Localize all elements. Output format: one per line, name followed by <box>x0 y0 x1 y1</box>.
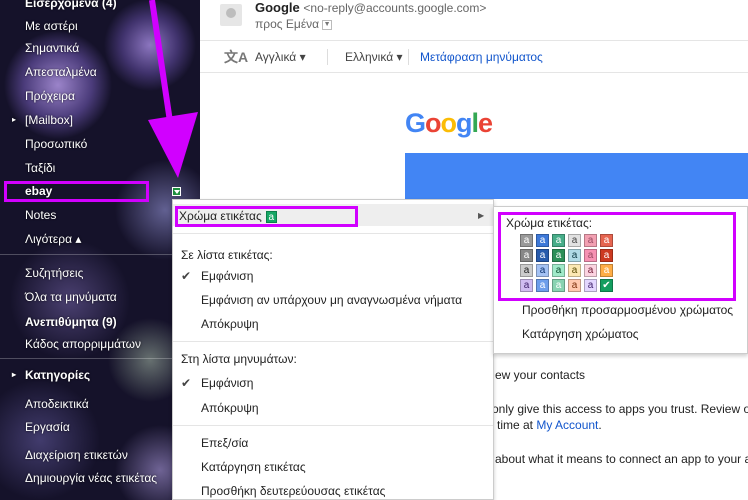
sidebar-item-categories[interactable]: ▸ Κατηγορίες <box>0 365 200 385</box>
expand-caret-icon[interactable]: ▸ <box>12 110 16 130</box>
menu-separator <box>173 425 493 426</box>
google-logo: Google <box>405 108 493 138</box>
color-swatch[interactable]: a <box>584 279 597 292</box>
sidebar-item-create-label[interactable]: Δημιουργία νέας ετικέτας <box>0 468 200 488</box>
color-swatch[interactable]: a <box>520 279 533 292</box>
toolbar-divider <box>327 49 328 65</box>
my-account-link[interactable]: My Account <box>536 418 598 432</box>
ebay-highlight-box <box>4 181 149 202</box>
expand-caret-icon[interactable]: ▸ <box>12 365 16 385</box>
sidebar-divider <box>0 358 200 359</box>
color-swatch[interactable]: a <box>600 234 613 247</box>
source-language-select[interactable]: Αγγλικά ▾ <box>255 50 306 64</box>
translate-bar: 文A Αγγλικά ▾ Ελληνικά ▾ Μετάφραση μηνύμα… <box>200 40 748 73</box>
menu-separator <box>173 233 493 234</box>
menu-item-label-list-hide[interactable]: Απόκρυψη <box>173 312 493 336</box>
color-swatch[interactable]: a <box>552 234 565 247</box>
menu-item-label-list-show-if-unread[interactable]: Εμφάνιση αν υπάρχουν μη αναγνωσμένα νήμα… <box>173 288 493 312</box>
translate-message-link[interactable]: Μετάφραση μηνύματος <box>420 50 543 64</box>
menu-separator <box>173 341 493 342</box>
menu-item-add-sublabel[interactable]: Προσθήκη δευτερεύουσας ετικέτας <box>173 479 493 500</box>
menu-item-message-list-show[interactable]: ✔ Εμφάνιση <box>173 371 493 395</box>
color-swatch[interactable]: a <box>520 249 533 262</box>
color-swatch[interactable]: a <box>536 279 549 292</box>
color-swatch[interactable]: a <box>584 234 597 247</box>
color-swatch[interactable]: a <box>600 249 613 262</box>
sender-email: <no-reply@accounts.google.com> <box>303 1 487 15</box>
sidebar-item-less[interactable]: Λιγότερα ▴ <box>0 229 200 249</box>
menu-item-message-list-hide[interactable]: Απόκρυψη <box>173 396 493 420</box>
color-swatch[interactable]: a <box>552 264 565 277</box>
sidebar-item-trash[interactable]: Κάδος απορριμμάτων <box>0 334 200 354</box>
color-swatch[interactable]: a <box>568 249 581 262</box>
in-message-list-header: Στη λίστα μηνυμάτων: <box>181 352 297 366</box>
color-swatch[interactable]: a <box>520 264 533 277</box>
sidebar-item-manage-labels[interactable]: Διαχείριση ετικετών <box>0 445 200 465</box>
label-color-submenu: Χρώμα ετικέτας: a a a a a a a a a a a a a a a a a a a a a a a ✔… <box>493 206 748 354</box>
check-icon: ✔ <box>181 269 192 283</box>
sidebar-item-spam[interactable]: Ανεπιθύμητα (9) <box>0 312 200 332</box>
color-swatch[interactable]: a <box>552 249 565 262</box>
remove-color-link[interactable]: Κατάργηση χρώματος <box>522 327 639 341</box>
collapse-caret-icon: ▴ <box>75 232 82 246</box>
email-header-band <box>405 153 748 199</box>
menu-item-label-list-show[interactable]: ✔ Εμφάνιση <box>173 264 493 288</box>
sender-name[interactable]: Google <box>255 0 300 15</box>
add-custom-color-link[interactable]: Προσθήκη προσαρμοσμένου χρώματος <box>522 303 733 317</box>
color-swatch[interactable]: a <box>568 234 581 247</box>
selected-color-swatch[interactable]: ✔ <box>600 279 613 292</box>
sidebar-item-receipts[interactable]: Αποδεικτικά <box>0 394 200 414</box>
color-swatch[interactable]: a <box>568 279 581 292</box>
check-icon: ✔ <box>181 376 192 390</box>
menu-item-edit[interactable]: Επεξ/σία <box>173 431 493 455</box>
recipient-text: προς Εμένα <box>255 17 320 31</box>
show-details-caret-icon[interactable]: ▼ <box>322 19 333 30</box>
color-swatch[interactable]: a <box>584 249 597 262</box>
in-label-list-header: Σε λίστα ετικέτας: <box>181 248 273 262</box>
color-swatch[interactable]: a <box>520 234 533 247</box>
label-options-menu: Χρώμα ετικέτας a ▶ Σε λίστα ετικέτας: ✔ Εμ… <box>172 199 494 500</box>
sidebar-item-chats[interactable]: Συζητήσεις <box>0 263 200 283</box>
recipient-line: προς Εμένα ▼ <box>255 17 333 31</box>
color-swatch[interactable]: a <box>536 249 549 262</box>
annotation-arrow <box>148 0 198 178</box>
sender-line: Google <no-reply@accounts.google.com> <box>255 0 486 15</box>
sidebar-item-all-mail[interactable]: Όλα τα μηνύματα <box>0 287 200 307</box>
submenu-arrow-icon: ▶ <box>478 211 485 220</box>
email-body-line: ew your contacts <box>495 368 586 382</box>
submenu-title: Χρώμα ετικέτας: <box>506 216 593 230</box>
sidebar-item-work[interactable]: Εργασία <box>0 417 200 437</box>
color-swatch[interactable]: a <box>568 264 581 277</box>
email-body-line: only give this access to apps you trust.… <box>492 402 748 416</box>
color-swatch[interactable]: a <box>536 234 549 247</box>
sender-avatar <box>220 4 242 26</box>
toolbar-divider <box>408 49 409 65</box>
color-swatch[interactable]: a <box>584 264 597 277</box>
email-body-line: about what it means to connect an app to… <box>495 452 748 466</box>
sidebar-divider <box>0 254 200 255</box>
email-body-line: time at My Account. <box>497 418 602 432</box>
label-color-highlight-box <box>175 206 358 227</box>
translate-icon: 文A <box>224 49 249 65</box>
menu-item-remove-label[interactable]: Κατάργηση ετικέτας <box>173 455 493 479</box>
color-swatch[interactable]: a <box>536 264 549 277</box>
target-language-select[interactable]: Ελληνικά ▾ <box>345 50 403 64</box>
sidebar-item-notes[interactable]: Notes <box>0 205 200 225</box>
color-swatch[interactable]: a <box>552 279 565 292</box>
avatar-placeholder-icon <box>226 8 236 18</box>
color-swatch[interactable]: a <box>600 264 613 277</box>
